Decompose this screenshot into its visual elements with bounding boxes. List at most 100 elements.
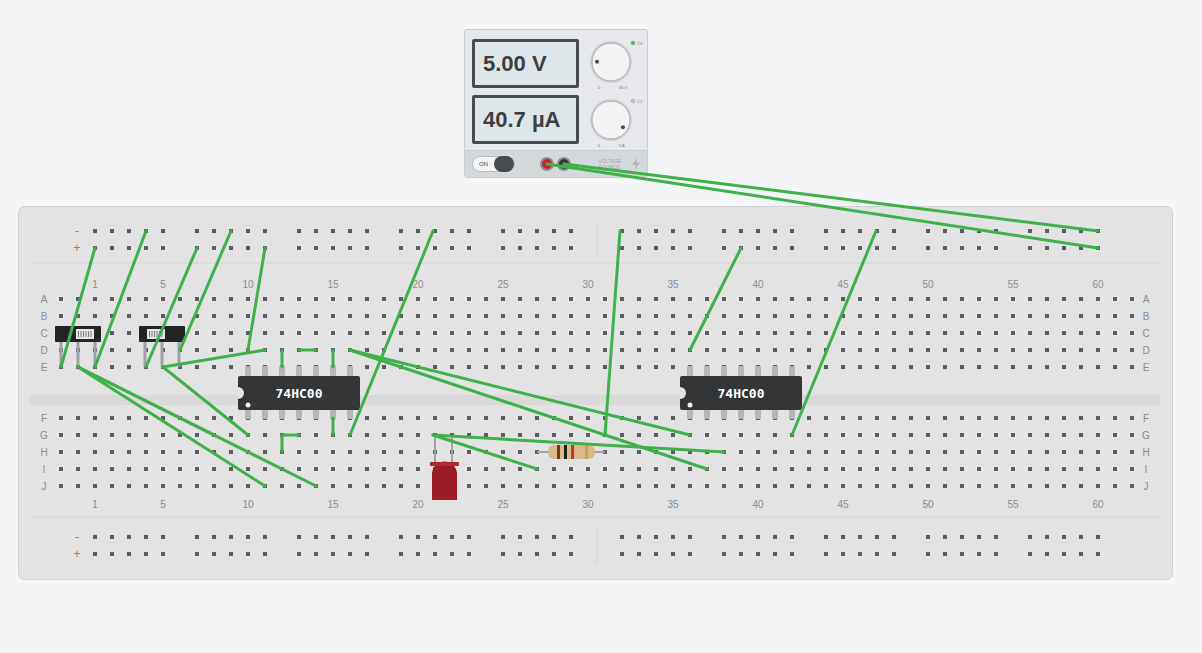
wire[interactable]	[281, 350, 284, 367]
column-label: 1	[92, 279, 98, 290]
row-label: G	[1142, 430, 1150, 441]
wire[interactable]	[332, 418, 335, 435]
mode-light	[631, 99, 635, 103]
positive-terminal[interactable]	[540, 157, 554, 171]
resistor[interactable]	[537, 445, 605, 459]
row-label: B	[41, 311, 48, 322]
wire[interactable]	[299, 349, 316, 352]
row-label: H	[1142, 447, 1149, 458]
mode-light	[631, 41, 635, 45]
column-label: 25	[497, 499, 509, 510]
power-toggle[interactable]: ON	[472, 156, 515, 172]
column-label: 30	[582, 499, 594, 510]
column-label: 40	[752, 279, 764, 290]
wire[interactable]	[605, 231, 620, 435]
row-label: H	[40, 447, 47, 458]
knob-marker	[595, 60, 599, 64]
knob-min: 0	[598, 143, 601, 148]
current-display: 40.7 µA	[472, 95, 579, 144]
row-label: A	[1143, 294, 1150, 305]
wire[interactable]	[248, 248, 265, 350]
chip-label: 74HC00	[276, 386, 323, 401]
column-label: 20	[412, 499, 424, 510]
wire[interactable]	[282, 434, 299, 437]
slide-switch[interactable]	[139, 326, 185, 367]
wire[interactable]	[350, 350, 707, 469]
wire[interactable]	[78, 367, 265, 486]
column-label: 50	[922, 499, 934, 510]
column-label: 55	[1007, 279, 1019, 290]
column-label: 55	[1007, 499, 1019, 510]
knob-min: 0	[598, 85, 601, 90]
row-label: B	[1143, 311, 1150, 322]
rail-minus-label: -	[75, 529, 79, 544]
rail-plus-label: +	[73, 240, 81, 255]
column-label: 5	[160, 279, 166, 290]
wire[interactable]	[350, 231, 433, 435]
wire[interactable]	[547, 164, 1098, 248]
column-label: 50	[922, 279, 934, 290]
wire[interactable]	[332, 350, 335, 367]
column-label: 40	[752, 499, 764, 510]
row-label: F	[41, 413, 47, 424]
knob[interactable]: 030 VCV	[589, 39, 647, 91]
knob-max: 30 V	[619, 85, 628, 90]
row-label: D	[40, 345, 47, 356]
wire[interactable]	[163, 367, 248, 435]
row-label: D	[1142, 345, 1149, 356]
column-label: 45	[837, 499, 849, 510]
row-label: A	[41, 294, 48, 305]
switch-slider[interactable]	[147, 329, 165, 339]
column-label: 60	[1092, 499, 1104, 510]
column-label: 10	[242, 279, 254, 290]
column-label: 10	[242, 499, 254, 510]
wire[interactable]	[281, 435, 284, 452]
mode-label: CC	[637, 99, 643, 104]
wire[interactable]	[78, 367, 316, 486]
chip-label: 74HC00	[718, 386, 765, 401]
knob-marker	[621, 125, 625, 129]
row-label: G	[40, 430, 48, 441]
power-supply[interactable]: 5.00 V40.7 µA030 VCV05 ACCONVOLTAGE SOUR…	[464, 29, 648, 178]
led[interactable]	[430, 435, 459, 500]
row-label: F	[1143, 413, 1149, 424]
wire[interactable]	[350, 350, 690, 435]
wire[interactable]	[433, 435, 724, 452]
column-label: 30	[582, 279, 594, 290]
negative-terminal[interactable]	[557, 157, 571, 171]
wire[interactable]	[690, 248, 741, 350]
wire[interactable]	[61, 248, 95, 367]
wire[interactable]	[564, 164, 1098, 231]
wire[interactable]	[792, 231, 876, 435]
switch-slider[interactable]	[76, 329, 94, 339]
rail-minus-label: -	[75, 223, 79, 238]
column-label: 35	[667, 279, 679, 290]
column-label: 20	[412, 279, 424, 290]
wire[interactable]	[78, 367, 214, 435]
row-label: E	[41, 362, 48, 373]
wire[interactable]	[163, 350, 265, 367]
wire[interactable]	[433, 435, 537, 469]
row-label: J	[42, 481, 47, 492]
wire[interactable]	[180, 231, 231, 350]
slide-switch[interactable]	[55, 326, 101, 367]
column-label: 25	[497, 279, 509, 290]
column-label: 35	[667, 499, 679, 510]
brand-label: VOLTAGE SOURCE	[599, 158, 627, 170]
column-label: 5	[160, 499, 166, 510]
wire[interactable]	[146, 248, 197, 367]
row-label: C	[40, 328, 47, 339]
rail-plus-label: +	[73, 546, 81, 561]
wire[interactable]	[95, 231, 146, 367]
knob[interactable]: 0 5 A CC	[589, 97, 647, 149]
voltage-display: 5.00 V	[472, 39, 579, 88]
column-label: 15	[327, 499, 339, 510]
row-label: C	[1142, 328, 1149, 339]
lightning-icon	[632, 158, 640, 170]
row-label: I	[1145, 464, 1148, 475]
row-label: I	[43, 464, 46, 475]
knob-max: 5 A	[619, 143, 625, 148]
row-label: J	[1144, 481, 1149, 492]
ic-chip[interactable]: 74HC00	[680, 366, 802, 419]
ic-chip[interactable]: 74HC00	[238, 366, 360, 419]
